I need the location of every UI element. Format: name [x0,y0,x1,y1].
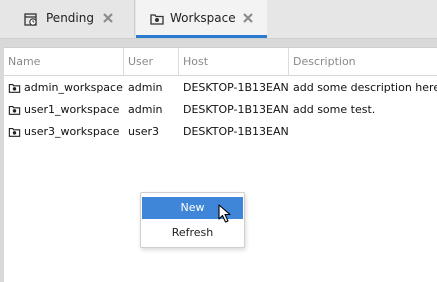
tab-pending[interactable]: Pending [0,0,135,37]
user-cell: user3 [128,125,159,138]
host-cell: DESKTOP-1B13EAN [183,103,289,116]
folder-workspace-icon [8,128,21,137]
tab-workspace[interactable]: Workspace [136,0,267,38]
active-tab-indicator [136,35,267,38]
table-row[interactable]: user3_workspace user3 DESKTOP-1B13EAN [4,121,437,143]
description-cell: add some description here. [293,81,437,94]
table-header: Name User Host Description [4,48,437,76]
user-cell: admin [128,103,163,116]
column-header-description[interactable]: Description [289,48,437,75]
workspace-name: user1_workspace [24,103,120,116]
calendar-clock-icon [24,13,37,26]
menu-item-refresh[interactable]: Refresh [142,222,243,244]
column-header-name[interactable]: Name [4,48,124,75]
workspace-name: admin_workspace [24,81,123,94]
folder-workspace-icon [8,106,21,115]
close-icon[interactable] [102,12,114,24]
name-cell: admin_workspace [4,77,124,99]
workspace-name: user3_workspace [24,125,120,138]
description-cell: add some test. [293,103,376,116]
tab-pending-label: Pending [46,11,94,25]
column-header-host[interactable]: Host [179,48,289,75]
mouse-cursor-icon [218,204,231,223]
tab-workspace-label: Workspace [170,11,236,25]
description-cell [289,121,437,143]
name-cell: user3_workspace [4,121,124,143]
table-row[interactable]: admin_workspace admin DESKTOP-1B13EAN ad… [4,77,437,99]
tab-bar: Pending Workspace [0,0,437,39]
table-row[interactable]: user1_workspace admin DESKTOP-1B13EAN ad… [4,99,437,121]
host-cell: DESKTOP-1B13EAN [183,125,289,138]
folder-workspace-icon [8,84,21,93]
folder-workspace-icon [150,14,164,25]
name-cell: user1_workspace [4,99,124,121]
host-cell: DESKTOP-1B13EAN [183,81,289,94]
close-icon[interactable] [242,12,254,24]
column-header-user[interactable]: User [124,48,179,75]
user-cell: admin [128,81,163,94]
